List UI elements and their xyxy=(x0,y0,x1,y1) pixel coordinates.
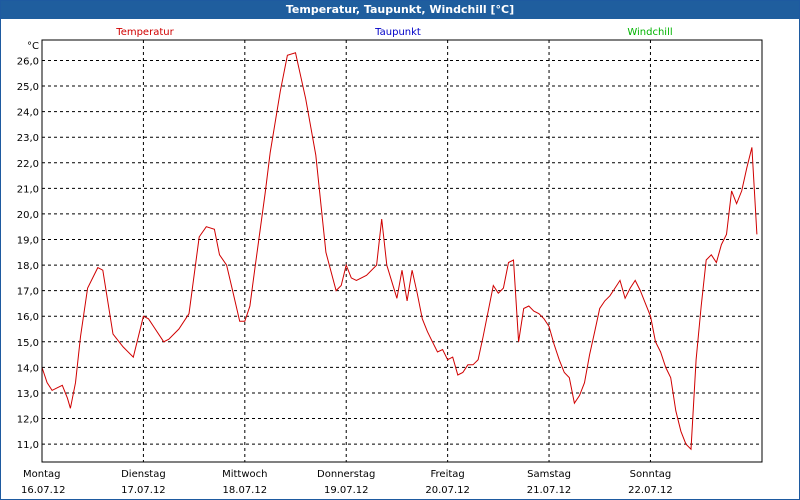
y-tick-label: 22,0 xyxy=(17,159,39,170)
x-tick-date-label: 20.07.12 xyxy=(425,485,470,496)
x-tick-date-label: 16.07.12 xyxy=(21,485,66,496)
x-tick-day-label: Dienstag xyxy=(121,469,166,480)
y-tick-label: 21,0 xyxy=(17,184,39,195)
y-tick-label: 13,0 xyxy=(17,389,39,400)
y-axis-unit-label: °C xyxy=(27,41,39,52)
y-tick-label: 26,0 xyxy=(17,56,39,67)
y-tick-label: 11,0 xyxy=(17,440,39,451)
y-tick-label: 18,0 xyxy=(17,261,39,272)
legend-temperatur: Temperatur xyxy=(115,27,174,38)
y-tick-label: 20,0 xyxy=(17,210,39,221)
y-tick-label: 16,0 xyxy=(17,312,39,323)
y-tick-label: 12,0 xyxy=(17,415,39,426)
x-tick-day-label: Samstag xyxy=(527,469,571,480)
legend-taupunkt: Taupunkt xyxy=(374,27,421,38)
x-tick-day-label: Mittwoch xyxy=(222,469,267,480)
y-tick-label: 25,0 xyxy=(17,82,39,93)
temperatur-series-line xyxy=(41,52,758,451)
y-tick-label: 24,0 xyxy=(17,108,39,119)
x-tick-date-label: 22.07.12 xyxy=(628,485,673,496)
y-tick-label: 15,0 xyxy=(17,338,39,349)
y-tick-label: 14,0 xyxy=(17,363,39,374)
x-tick-labels: Montag 16.07.12 Dienstag 17.07.12 Mittwoch 18… xyxy=(21,469,673,496)
y-tick-label: 17,0 xyxy=(17,287,39,298)
plot-area-border xyxy=(41,39,763,463)
x-tick-date-label: 18.07.12 xyxy=(223,485,268,496)
y-tick-label: 23,0 xyxy=(17,133,39,144)
temperature-chart: °C Temperatur Taupunkt Windchill 11,0 12,… xyxy=(17,27,763,496)
x-tick-day-label: Freitag xyxy=(431,469,465,480)
chart-window: Temperatur, Taupunkt, Windchill [°C] °C … xyxy=(0,0,800,500)
x-tick-date-label: 21.07.12 xyxy=(527,485,572,496)
x-tick-day-label: Sonntag xyxy=(630,469,672,480)
x-tick-day-label: Montag xyxy=(23,469,60,480)
y-tick-labels: 11,0 12,0 13,0 14,0 15,0 16,0 17,0 18,0 19,0 20,0… xyxy=(17,56,39,451)
x-tick-day-label: Donnerstag xyxy=(317,469,375,480)
x-tick-date-label: 19.07.12 xyxy=(324,485,369,496)
y-tick-label: 19,0 xyxy=(17,235,39,246)
x-tick-date-label: 17.07.12 xyxy=(121,485,166,496)
grid-lines xyxy=(42,40,762,462)
legend-windchill: Windchill xyxy=(627,27,672,38)
